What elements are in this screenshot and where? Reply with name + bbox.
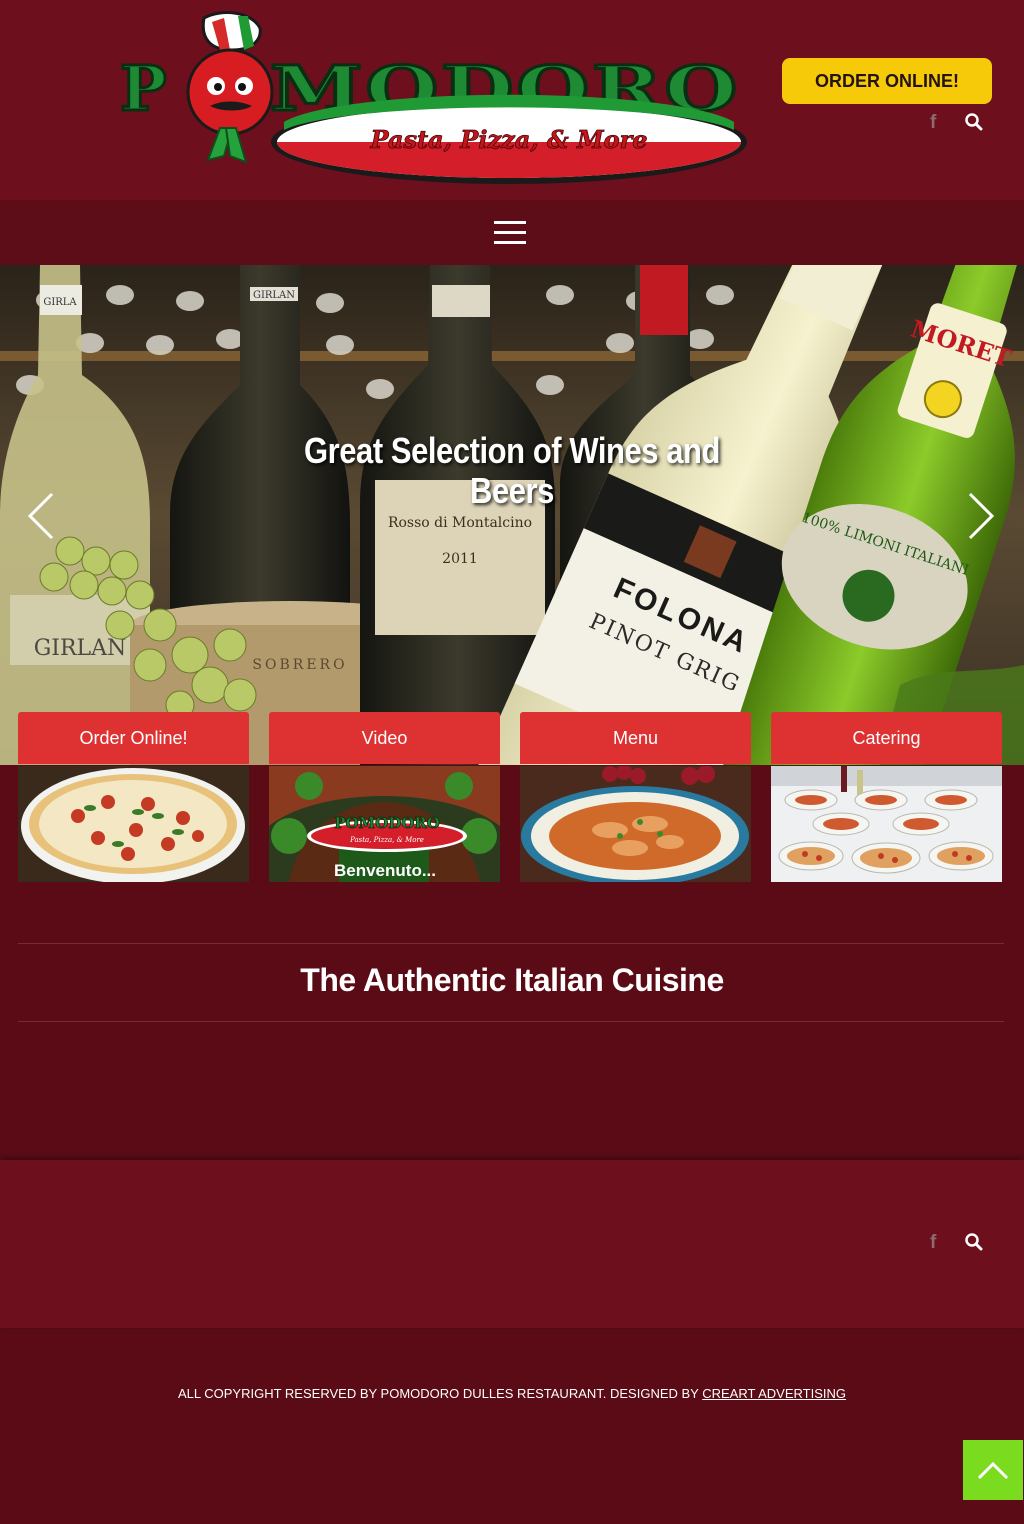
footer-bar [0, 1160, 1024, 1328]
feature-tiles: Order Online! Video POMODORO Pasta, Pizz… [18, 712, 1004, 882]
order-online-button[interactable]: ORDER ONLINE! [782, 58, 992, 104]
chef-tomato-icon [186, 11, 274, 164]
cheese-label: SOBRERO [252, 657, 347, 673]
slider-next-icon[interactable] [966, 492, 996, 540]
hero-slider: GIRLA GIRLAN GIRLAN SOBRERO Rosso di Mon… [0, 265, 1024, 765]
svg-text:GIRLAN: GIRLAN [253, 290, 295, 301]
section-title: The Authentic Italian Cuisine [300, 962, 724, 998]
back-to-top-button[interactable] [963, 1440, 1023, 1500]
tile-menu[interactable]: Menu [520, 712, 751, 882]
svg-text:GIRLA: GIRLA [43, 297, 77, 308]
tile-label[interactable]: Menu [520, 712, 751, 764]
designer-link[interactable]: CREART ADVERTISING [702, 1386, 846, 1401]
site-header: P MODORO Pasta, Pizza, & More ORDER ONLI… [0, 0, 1024, 200]
facebook-icon[interactable]: f [930, 1232, 936, 1254]
tile-order-online[interactable]: Order Online! [18, 712, 249, 882]
bottle-label-year: 2011 [442, 551, 478, 567]
bottle-label-rosso: Rosso di Montalcino [388, 515, 532, 531]
restaurant-interior-photo: POMODORO Pasta, Pizza, & More Benvenuto.… [269, 766, 500, 882]
video-overlay-text: Benvenuto... [334, 861, 436, 880]
wine-beer-photo: GIRLA GIRLAN GIRLAN SOBRERO Rosso di Mon… [0, 265, 1024, 765]
pasta-dish-photo [520, 766, 751, 882]
chevron-up-icon [977, 1461, 1009, 1480]
main-navbar [0, 200, 1024, 265]
facebook-icon[interactable]: f [930, 112, 936, 134]
logo-tagline: Pasta, Pizza, & More [369, 125, 647, 154]
tile-label[interactable]: Order Online! [18, 712, 249, 764]
hero-title: Great Selection of Wines and Beers [303, 430, 721, 511]
search-icon[interactable] [964, 112, 984, 136]
tile-label[interactable]: Video [269, 712, 500, 764]
copyright: ALL COPYRIGHT RESERVED BY POMODORO DULLE… [0, 1386, 1024, 1401]
catering-table-photo [771, 766, 1002, 882]
pomodoro-logo[interactable]: P MODORO Pasta, Pizza, & More [112, 10, 752, 190]
header-social-search: f [926, 110, 990, 136]
tile-video[interactable]: Video POMODORO Pasta, Pizza, & More Benv… [269, 712, 500, 882]
svg-text:Pasta, Pizza, & More: Pasta, Pizza, & More [349, 836, 424, 844]
svg-text:POMODORO: POMODORO [334, 814, 440, 832]
logo-wordmark: P [120, 52, 173, 125]
slider-prev-icon[interactable] [26, 492, 56, 540]
section-divider-top [18, 943, 1004, 944]
tile-catering[interactable]: Catering [771, 712, 1002, 882]
section-divider-bottom [18, 1021, 1004, 1022]
menu-hamburger-icon[interactable] [494, 221, 526, 245]
copyright-text: ALL COPYRIGHT RESERVED BY POMODORO DULLE… [178, 1386, 703, 1401]
pizza-photo [18, 766, 249, 882]
bottle-label-girlan: GIRLAN [34, 636, 127, 661]
tile-label[interactable]: Catering [771, 712, 1002, 764]
search-icon[interactable] [964, 1232, 984, 1256]
footer-social-search: f [926, 1230, 990, 1256]
